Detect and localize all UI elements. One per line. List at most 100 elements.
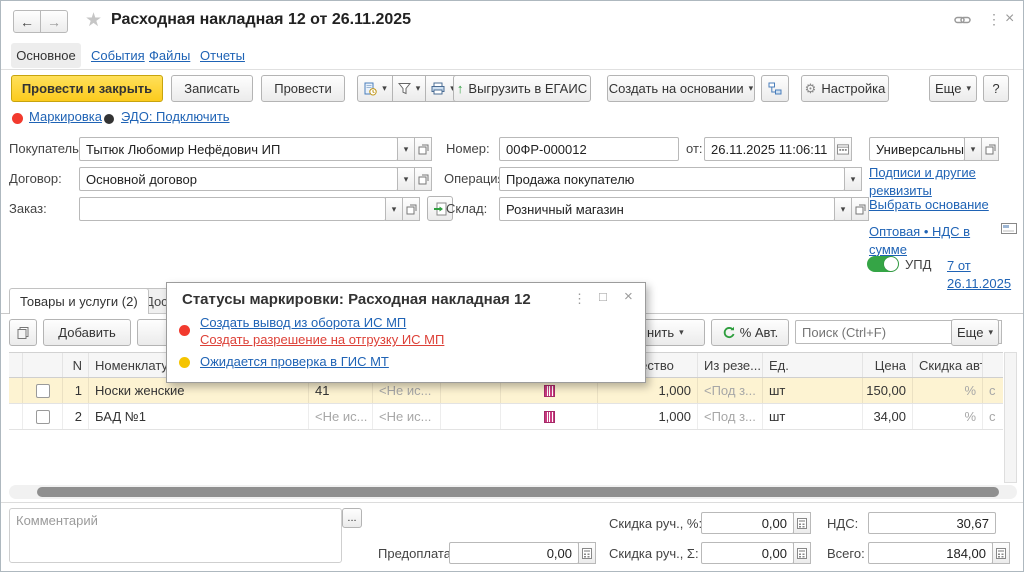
order-dropdown-button[interactable]: ▾ [385,197,403,221]
calendar-icon [837,143,849,155]
comment-field[interactable]: Комментарий [9,508,342,563]
filter-button[interactable]: ▾ [392,75,426,102]
total-calc-button[interactable] [992,542,1010,564]
organization-field[interactable]: Универсальный ООО [869,137,965,161]
prepayment-calc-button[interactable] [578,542,596,564]
upd-document-link[interactable]: 7 от 26.11.2025 [947,257,1019,292]
gis-mt-check-link[interactable]: Ожидается проверка в ГИС МТ [200,354,389,369]
pricing-link[interactable]: Оптовая • НДС в сумме [869,223,991,258]
manual-discount-pct-field[interactable]: 0,00 [701,512,794,534]
price-card-icon[interactable] [1001,223,1017,234]
manual-discount-sum-field[interactable]: 0,00 [701,542,794,564]
date-field[interactable]: 26.11.2025 11:06:11 [704,137,835,161]
manual-discount-sum-calc-button[interactable] [793,542,811,564]
organization-dropdown-button[interactable]: ▾ [964,137,982,161]
tab-events[interactable]: События [91,48,145,63]
cell-item[interactable]: БАД №1 [89,404,309,429]
cell-marking[interactable] [501,404,598,429]
contract-dropdown-button[interactable]: ▾ [397,167,415,191]
row-select-cell[interactable] [9,378,23,403]
row-checkbox-cell[interactable] [23,404,63,429]
operation-field[interactable]: Продажа покупателю [499,167,845,191]
popup-close-icon[interactable]: × [624,288,633,305]
cell-content[interactable] [441,404,501,429]
tab-files[interactable]: Файлы [149,48,190,63]
egais-export-button[interactable]: ↑ Выгрузить в ЕГАИС [453,75,591,102]
withdraw-from-circulation-link[interactable]: Создать вывод из оборота ИС МП [200,315,406,330]
post-and-close-button[interactable]: Провести и закрыть [11,75,163,102]
operation-field-group: Продажа покупателю ▾ [499,167,862,191]
cell-batch[interactable]: <Не ис... [373,404,441,429]
order-label: Заказ: [9,201,47,216]
settings-button[interactable]: ⚙ Настройка [801,75,889,102]
help-button[interactable]: ? [983,75,1009,102]
order-field[interactable] [79,197,386,221]
tab-main[interactable]: Основное [11,43,81,68]
warehouse-dropdown-button[interactable]: ▾ [834,197,852,221]
total-field[interactable]: 184,00 [868,542,993,564]
window-menu-icon[interactable]: ⋮ [987,11,1001,28]
table-more-button[interactable]: Еще ▾ [951,319,999,346]
warehouse-field[interactable]: Розничный магазин [499,197,835,221]
cell-auto-discount[interactable]: % [913,404,983,429]
popup-menu-icon[interactable]: ⋮ [573,291,586,307]
number-field-group: 00ФР-000012 [499,137,679,161]
vat-field[interactable]: 30,67 [868,512,996,534]
get-link-icon[interactable] [954,13,971,27]
choose-basis-link[interactable]: Выбрать основание [869,197,989,212]
cell-price[interactable]: 150,00 [863,378,913,403]
cell-unit[interactable]: шт [763,378,863,403]
organization-open-button[interactable] [981,137,999,161]
post-button[interactable]: Провести [261,75,345,102]
favorite-star-icon[interactable]: ★ [85,9,102,32]
edo-connect-link[interactable]: ЭДО: Подключить [121,109,230,124]
buyer-field[interactable]: Тытюк Любомир Нефёдович ИП [79,137,398,161]
cell-characteristic[interactable]: <Не ис... [309,404,373,429]
contract-open-button[interactable] [414,167,432,191]
comment-expand-button[interactable]: ... [342,508,362,528]
create-based-on-button[interactable]: Создать на основании ▾ [607,75,755,102]
order-open-button[interactable] [402,197,420,221]
popup-maximize-icon[interactable]: □ [599,289,607,304]
add-row-button[interactable]: Добавить [43,319,131,346]
contract-field[interactable]: Основной договор [79,167,398,191]
back-button[interactable]: ← [13,10,41,33]
date-calendar-button[interactable] [834,137,852,161]
table-horizontal-scrollbar[interactable] [9,485,1017,499]
tab-reports[interactable]: Отчеты [200,48,245,63]
window-close-icon[interactable]: × [1005,10,1014,28]
cell-reserve[interactable]: <Под з... [698,378,763,403]
operation-dropdown-button[interactable]: ▾ [844,167,862,191]
related-documents-button[interactable] [761,75,789,102]
prepayment-field[interactable]: 0,00 [449,542,579,564]
scrollbar-thumb[interactable] [37,487,999,497]
buyer-dropdown-button[interactable]: ▾ [397,137,415,161]
shipment-permission-link[interactable]: Создать разрешение на отгрузку ИС МП [200,332,444,347]
cell-qty[interactable]: 1,000 [598,404,698,429]
tab-goods-services[interactable]: Товары и услуги (2) [9,288,149,314]
more-button[interactable]: Еще ▾ [929,75,977,102]
forward-button[interactable]: → [40,10,68,33]
copy-row-button[interactable] [9,319,37,346]
row-checkbox[interactable] [36,410,50,424]
cell-unit[interactable]: шт [763,404,863,429]
marking-link[interactable]: Маркировка [29,109,102,124]
table-vertical-scrollbar[interactable] [1004,352,1017,483]
save-button[interactable]: Записать [171,75,253,102]
funnel-icon [398,82,411,95]
signatures-link[interactable]: Подписи и другие реквизиты [869,164,999,199]
auto-discount-button[interactable]: % Авт. [711,319,789,346]
warehouse-open-button[interactable] [851,197,869,221]
cell-reserve[interactable]: <Под з... [698,404,763,429]
number-field[interactable]: 00ФР-000012 [499,137,679,161]
cell-auto-discount[interactable]: % [913,378,983,403]
row-checkbox[interactable] [36,384,50,398]
buyer-open-button[interactable] [414,137,432,161]
posting-documents-button[interactable]: ▾ [357,75,393,102]
row-select-cell[interactable] [9,404,23,429]
table-row[interactable]: 2 БАД №1 <Не ис... <Не ис... 1,000 <Под … [9,404,1003,430]
upd-toggle[interactable] [867,256,899,272]
cell-price[interactable]: 34,00 [863,404,913,429]
manual-discount-pct-calc-button[interactable] [793,512,811,534]
row-checkbox-cell[interactable] [23,378,63,403]
